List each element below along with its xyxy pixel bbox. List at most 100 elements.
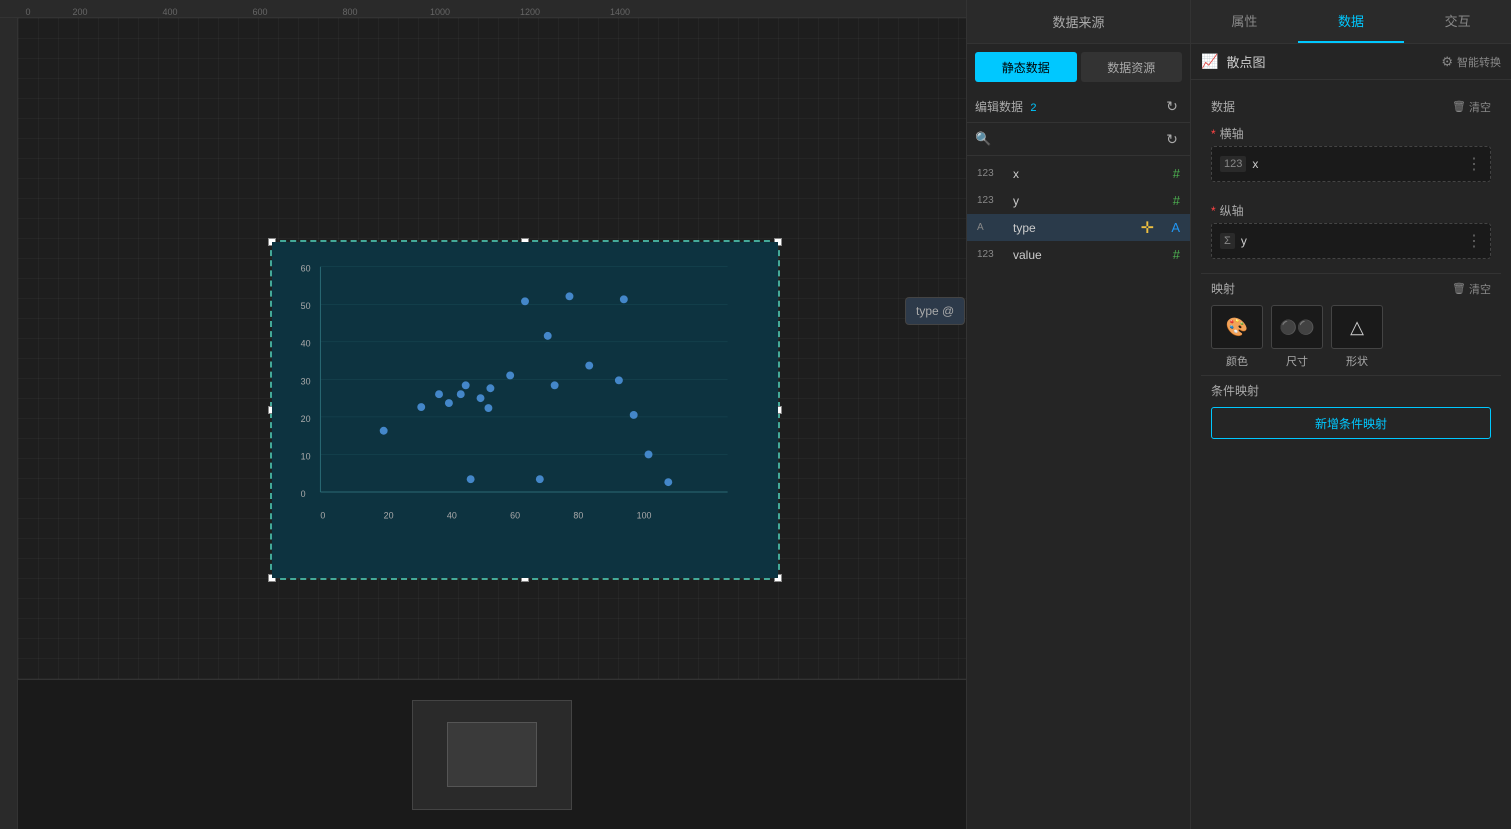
svg-text:60: 60 — [510, 511, 520, 521]
svg-text:40: 40 — [447, 511, 457, 521]
ruler-tick: 400 — [162, 7, 177, 17]
search-refresh-btn[interactable]: ↻ — [1162, 129, 1182, 149]
clear-data-btn[interactable]: 🗑 清空 — [1452, 99, 1491, 115]
svg-text:30: 30 — [301, 376, 311, 386]
chart-wrapper[interactable]: 60 50 40 30 20 10 0 0 20 40 60 80 100 — [270, 240, 780, 580]
ruler-tick: 0 — [25, 7, 30, 17]
conditional-section: 条件映射 新增条件映射 — [1201, 375, 1501, 445]
mapping-label: 映射 — [1211, 280, 1235, 297]
tab-attr[interactable]: 属性 — [1191, 0, 1298, 43]
ruler-tick: 1000 — [430, 7, 450, 17]
smart-convert-icon: ⚙ — [1441, 54, 1453, 70]
ruler-tick: 800 — [342, 7, 357, 17]
search-input[interactable] — [995, 132, 1158, 146]
type-hint-tooltip: type @ — [905, 297, 965, 325]
clear-mapping-btn[interactable]: 🗑 清空 — [1452, 281, 1491, 297]
field-hash-y[interactable]: # — [1173, 193, 1180, 208]
drag-icon[interactable]: ✛ — [1141, 218, 1154, 238]
tab-resource[interactable]: 数据资源 — [1081, 52, 1183, 82]
x-field-more-btn[interactable]: ⋮ — [1466, 154, 1482, 174]
tab-static[interactable]: 静态数据 — [975, 52, 1077, 82]
x-field-type-icon: 123 — [1220, 156, 1246, 172]
canvas-area: 0 200 400 600 800 1000 1200 1400 60 50 4… — [0, 0, 966, 829]
field-type-x: 123 — [977, 168, 1007, 179]
add-condition-btn[interactable]: 新增条件映射 — [1211, 407, 1491, 439]
field-name-y: y — [1013, 194, 1173, 208]
y-field-type-icon: Σ — [1220, 233, 1235, 249]
tab-data[interactable]: 数据 — [1298, 0, 1405, 43]
conditional-label: 条件映射 — [1211, 382, 1491, 399]
x-axis-label: * 横轴 — [1211, 125, 1491, 142]
mapping-name-size: 尺寸 — [1286, 353, 1308, 369]
x-axis-required: * — [1211, 127, 1216, 141]
ruler-horizontal: 0 200 400 600 800 1000 1200 1400 — [0, 0, 966, 18]
field-item-type[interactable]: A type ✛ A — [967, 214, 1190, 241]
ruler-tick: 200 — [72, 7, 87, 17]
field-name-x: x — [1013, 167, 1173, 181]
field-list: 123 x # 123 y # A type ✛ A 123 value # — [967, 156, 1190, 829]
field-item-x[interactable]: 123 x # — [967, 160, 1190, 187]
datasource-panel: 数据来源 静态数据 数据资源 编辑数据 2 ↻ 🔍 ↻ 123 x # 123 … — [966, 0, 1191, 829]
field-hash-value[interactable]: # — [1173, 247, 1180, 262]
field-name-value: value — [1013, 248, 1173, 262]
datasource-title: 数据来源 — [1052, 12, 1104, 31]
data-section-header: 数据 🗑 清空 — [1201, 90, 1501, 119]
mapping-icon-shape: △ — [1331, 305, 1383, 349]
field-alpha-type[interactable]: A — [1171, 220, 1180, 235]
thumbnail-chart — [447, 722, 537, 787]
clear-mapping-icon: 🗑 — [1452, 282, 1466, 295]
y-field-more-btn[interactable]: ⋮ — [1466, 231, 1482, 251]
refresh-btn[interactable]: ↻ — [1162, 96, 1182, 116]
mapping-item-shape[interactable]: △ 形状 — [1331, 305, 1383, 369]
mapping-items: 🎨 颜色 ⚫⚫ 尺寸 △ 形状 — [1211, 305, 1491, 369]
svg-text:60: 60 — [301, 264, 311, 274]
field-type-type: A — [977, 222, 1007, 233]
mapping-item-color[interactable]: 🎨 颜色 — [1211, 305, 1263, 369]
type-hint-text: type @ — [916, 304, 954, 318]
y-axis-required: * — [1211, 204, 1216, 218]
svg-text:0: 0 — [301, 489, 306, 499]
data-section-label: 数据 — [1211, 98, 1235, 115]
svg-text:10: 10 — [301, 451, 311, 461]
mapping-icon-color: 🎨 — [1211, 305, 1263, 349]
chart-header: 📈 散点图 ⚙ 智能转换 — [1191, 44, 1511, 80]
props-panel: 属性 数据 交互 📈 散点图 ⚙ 智能转换 数据 🗑 清空 * 横轴 1 — [1191, 0, 1511, 829]
mapping-header: 映射 🗑 清空 — [1211, 280, 1491, 297]
edit-bar: 编辑数据 2 ↻ — [967, 90, 1190, 123]
tab-interact[interactable]: 交互 — [1404, 0, 1511, 43]
ruler-vertical — [0, 18, 18, 829]
y-axis-section: * 纵轴 Σ y ⋮ — [1201, 196, 1501, 273]
chart-type-name: 散点图 — [1226, 52, 1433, 71]
svg-text:40: 40 — [301, 339, 311, 349]
y-axis-field-box[interactable]: Σ y ⋮ — [1211, 223, 1491, 259]
smart-convert-btn[interactable]: ⚙ 智能转换 — [1441, 54, 1501, 70]
chart-type-icon: 📈 — [1201, 53, 1218, 70]
props-content: 数据 🗑 清空 * 横轴 123 x ⋮ * 纵轴 — [1191, 80, 1511, 829]
mapping-section: 映射 🗑 清空 🎨 颜色 ⚫⚫ 尺寸 △ 形状 — [1201, 273, 1501, 375]
y-field-text: y — [1241, 234, 1466, 248]
ruler-tick: 600 — [252, 7, 267, 17]
svg-text:50: 50 — [301, 301, 311, 311]
field-item-value[interactable]: 123 value # — [967, 241, 1190, 268]
search-bar: 🔍 ↻ — [967, 123, 1190, 156]
field-item-y[interactable]: 123 y # — [967, 187, 1190, 214]
field-type-y: 123 — [977, 195, 1007, 206]
field-hash-x[interactable]: # — [1173, 166, 1180, 181]
ruler-tick: 1200 — [520, 7, 540, 17]
search-icon: 🔍 — [975, 131, 991, 147]
thumbnail-preview — [412, 700, 572, 810]
ruler-tick: 1400 — [610, 7, 630, 17]
mapping-name-color: 颜色 — [1226, 353, 1248, 369]
svg-text:100: 100 — [637, 511, 652, 521]
scatter-chart: 60 50 40 30 20 10 0 0 20 40 60 80 100 — [272, 242, 778, 578]
y-axis-label: * 纵轴 — [1211, 202, 1491, 219]
smart-convert-label: 智能转换 — [1457, 54, 1501, 70]
datasource-tab-header: 数据来源 — [967, 0, 1190, 44]
field-type-value: 123 — [977, 249, 1007, 260]
x-axis-field-box[interactable]: 123 x ⋮ — [1211, 146, 1491, 182]
x-field-text: x — [1252, 157, 1466, 171]
mapping-item-size[interactable]: ⚫⚫ 尺寸 — [1271, 305, 1323, 369]
chart-svg: 60 50 40 30 20 10 0 0 20 40 60 80 100 — [272, 242, 778, 578]
thumbnail-area — [18, 679, 966, 829]
clear-icon: 🗑 — [1452, 100, 1466, 113]
